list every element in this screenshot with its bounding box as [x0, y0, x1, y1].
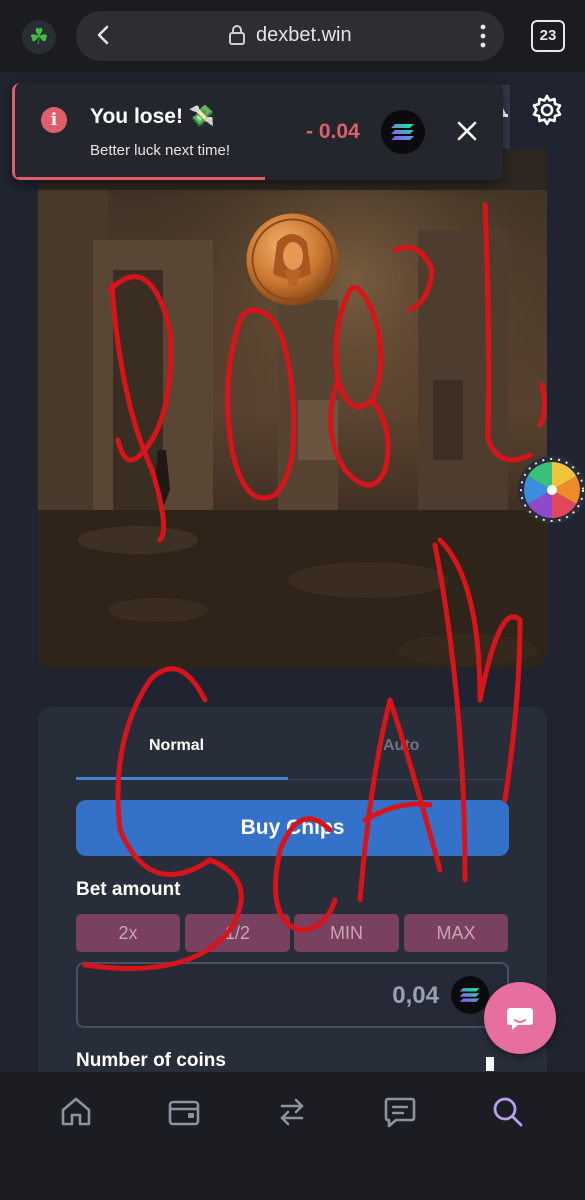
- browser-toolbar: ☘ dexbet.win 23: [0, 0, 585, 72]
- toast-timer-bar: [15, 177, 265, 180]
- double-bet-button[interactable]: 2x: [76, 914, 180, 952]
- clover-icon[interactable]: ☘: [22, 20, 56, 54]
- active-tab-indicator: [76, 777, 288, 780]
- bet-amount-value[interactable]: 0,04: [392, 982, 439, 1010]
- swap-icon[interactable]: [274, 1094, 310, 1130]
- toast-message: Better luck next time!: [90, 142, 231, 159]
- min-bet-button[interactable]: MIN: [294, 914, 399, 952]
- chat-list-icon[interactable]: [382, 1094, 418, 1130]
- bet-amount-input[interactable]: 0,04: [76, 962, 509, 1028]
- fortune-wheel-icon[interactable]: [517, 455, 585, 525]
- address-bar[interactable]: dexbet.win: [76, 11, 504, 61]
- tab-switcher-button[interactable]: 23: [531, 20, 565, 52]
- tab-auto[interactable]: Auto: [383, 737, 419, 755]
- bet-panel: [38, 707, 547, 1107]
- back-chevron-icon[interactable]: [92, 23, 116, 47]
- buy-chips-button[interactable]: Buy Chips: [76, 800, 509, 856]
- chat-bubble-icon: [507, 1008, 533, 1030]
- close-icon[interactable]: [455, 119, 479, 143]
- tab-normal[interactable]: Normal: [149, 737, 204, 755]
- bet-amount-label: Bet amount: [76, 879, 181, 900]
- toast-amount: - 0.04: [306, 120, 360, 143]
- pharaoh-coin-icon: [246, 213, 339, 306]
- max-bet-button[interactable]: MAX: [404, 914, 508, 952]
- gear-icon[interactable]: [530, 93, 564, 127]
- solana-icon: [381, 110, 425, 154]
- url-text[interactable]: dexbet.win: [256, 24, 352, 47]
- half-bet-button[interactable]: 1/2: [185, 914, 290, 952]
- search-icon[interactable]: [490, 1094, 526, 1130]
- home-icon[interactable]: [58, 1094, 94, 1130]
- number-of-coins-value[interactable]: [486, 1057, 494, 1071]
- kebab-menu-icon[interactable]: [476, 23, 490, 49]
- loss-toast: i You lose! 💸 Better luck next time! - 0…: [12, 83, 503, 180]
- lock-icon: [229, 25, 245, 45]
- chat-button[interactable]: [484, 982, 556, 1054]
- solana-icon: [451, 976, 489, 1014]
- info-icon: i: [41, 107, 67, 133]
- bottom-navigation: [0, 1072, 585, 1200]
- toast-title: You lose! 💸: [90, 105, 215, 128]
- wallet-icon[interactable]: [166, 1094, 202, 1130]
- number-of-coins-label: Number of coins: [76, 1050, 226, 1071]
